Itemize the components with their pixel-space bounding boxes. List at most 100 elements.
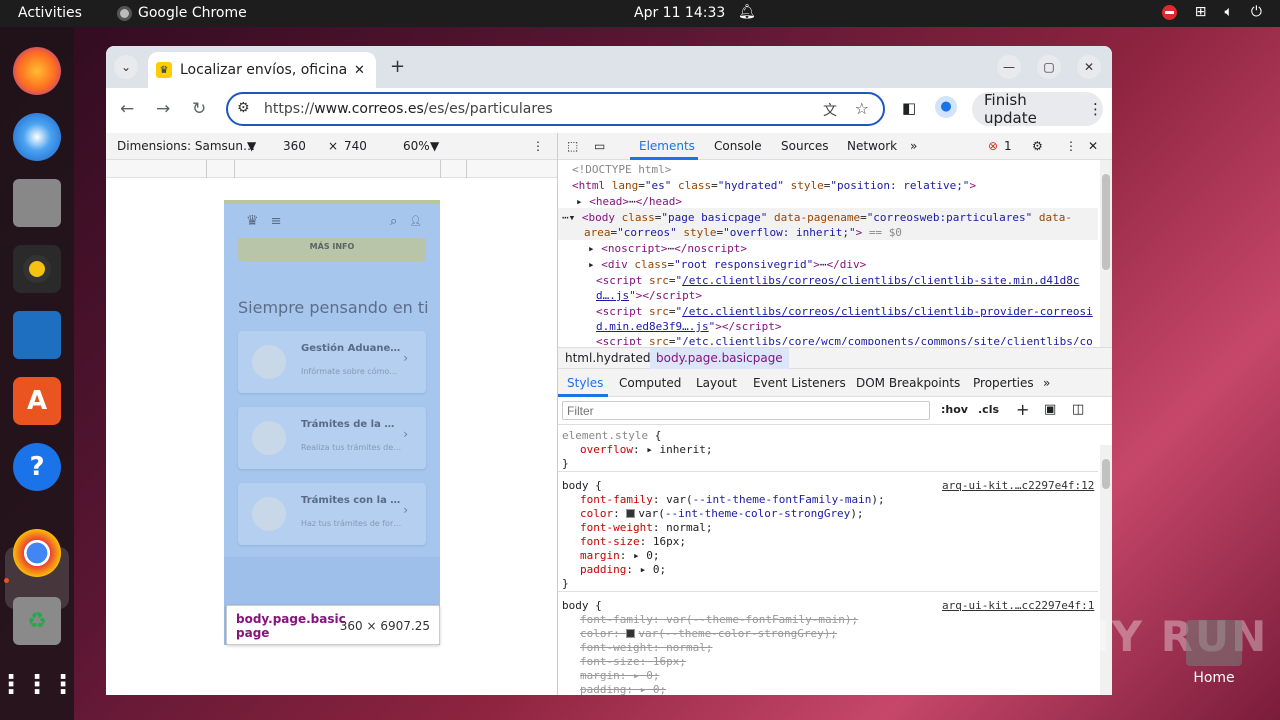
cls-toggle[interactable]: .cls [978,403,999,416]
correos-logo-icon[interactable]: ♛ [246,213,259,229]
css-declaration[interactable]: color: var(--int-theme-color-strongGrey)… [580,507,864,520]
css-declaration-overridden[interactable]: font-weight: normal; [580,641,712,654]
tab-elements[interactable]: Elements [639,139,695,153]
dom-line[interactable]: <script src="/etc.clientlibs/correos/cli… [596,274,1079,287]
address-bar[interactable]: ⚙ https://www.correos.es/es/es/particula… [226,92,885,126]
css-declaration[interactable]: overflow: ▸ inherit; [580,443,712,456]
rhythmbox-icon[interactable] [13,245,61,293]
dom-line[interactable]: ▸ <head>⋯</head> [576,195,682,208]
search-icon[interactable]: ⌕ [390,214,397,229]
clock[interactable]: Apr 11 14:33 [634,5,725,21]
rule-selector[interactable]: element.style { [562,429,661,442]
hamburger-menu-icon[interactable]: ≡ [271,214,282,229]
error-icon[interactable]: ⊗ [988,139,998,153]
css-declaration[interactable]: font-family: var(--int-theme-fontFamily-… [580,493,885,506]
styles-filter-input[interactable] [562,401,930,420]
css-declaration-overridden[interactable]: color: var(--theme-color-strongGrey); [580,627,837,640]
css-declaration[interactable]: padding: ▸ 0; [580,563,666,576]
devtools-menu-icon[interactable]: ⋮ [1065,139,1077,153]
more-info-banner[interactable]: MÁS INFO [238,238,426,262]
dom-line[interactable]: <script src="/etc.clientlibs/core/wcm/co… [596,335,1093,345]
dom-tree[interactable]: <!DOCTYPE html> <html lang="es" class="h… [558,160,1098,345]
viewport-width-input[interactable]: 360 [283,139,306,153]
css-declaration-overridden[interactable]: margin: ▸ 0; [580,669,659,682]
dom-line[interactable]: <!DOCTYPE html> [572,163,671,176]
sidebar-toggle-icon[interactable]: ◫ [1072,402,1084,417]
hov-toggle[interactable]: :hov [941,403,968,416]
reload-icon[interactable]: ↻ [192,99,206,119]
styles-pane[interactable]: element.style { overflow: ▸ inherit; } b… [558,425,1098,695]
minimize-icon[interactable]: — [997,55,1021,79]
paint-icon[interactable]: ▣ [1044,402,1056,417]
settings-gear-icon[interactable]: ⚙ [1032,139,1043,153]
tab-computed[interactable]: Computed [619,376,681,390]
app-center-icon[interactable]: A [13,377,61,425]
browser-tab[interactable]: ♛ Localizar envíos, oficinas ✕ [148,52,376,88]
back-icon[interactable]: ← [120,99,134,119]
dom-line-selected[interactable]: ⋯▾ <body class="page basicpage" data-pag… [562,211,1072,224]
dom-line[interactable]: ▸ <noscript>⋯</noscript> [588,242,747,255]
zoom-select[interactable]: 60% [403,139,430,153]
rule-source-link[interactable]: arq-ui-kit.…cc2297e4f:1 [942,599,1094,612]
recording-stop-icon[interactable] [1161,4,1177,20]
tab-dom-breakpoints[interactable]: DOM Breakpoints [856,376,960,390]
tab-sources[interactable]: Sources [781,139,828,153]
inspect-element-icon[interactable]: ⬚ [567,139,578,153]
crumb-body[interactable]: body.page.basicpage [650,348,789,369]
tab-layout[interactable]: Layout [696,376,737,390]
profile-avatar-icon[interactable]: ● [935,96,957,118]
dom-scrollbar[interactable] [1100,160,1112,347]
viewport-height-input[interactable]: 740 [344,139,367,153]
rule-selector[interactable]: body { [562,479,602,492]
firefox-icon[interactable] [13,47,61,95]
css-declaration-overridden[interactable]: font-size: 16px; [580,655,686,668]
side-panel-icon[interactable]: ◧ [902,99,916,117]
card-procedures[interactable]: Trámites de la … Realiza tus trámites de… [238,407,426,469]
css-declaration-overridden[interactable]: font-family: var(--theme-fontFamily-main… [580,613,858,626]
card-customs[interactable]: Gestión Aduane… Infórmate sobre cómo… › [238,331,426,393]
tab-network[interactable]: Network [847,139,897,153]
css-declaration[interactable]: font-weight: normal; [580,521,712,534]
dom-line[interactable]: <script src="/etc.clientlibs/correos/cli… [596,305,1093,318]
app-menu[interactable]: Google Chrome [117,5,247,21]
activities-button[interactable]: Activities [18,5,82,21]
more-subtabs-icon[interactable]: » [1043,376,1050,390]
css-declaration-overridden[interactable]: padding: ▸ 0; [580,683,666,695]
files-icon[interactable] [13,179,61,227]
dom-line[interactable]: d….js"></script> [596,289,702,302]
thunderbird-icon[interactable] [13,113,61,161]
dom-line[interactable]: <html lang="es" class="hydrated" style="… [572,179,976,192]
trash-icon[interactable]: ♻ [13,597,61,645]
chrome-dock-icon[interactable] [13,529,61,577]
new-tab-icon[interactable]: + [390,56,405,77]
system-tray[interactable]: ⊞ 🔈︎ ⏻ [1161,4,1262,20]
css-declaration[interactable]: font-size: 16px; [580,535,686,548]
site-info-icon[interactable]: ⚙ [237,100,250,116]
css-declaration[interactable]: margin: ▸ 0; [580,549,660,562]
new-rule-icon[interactable]: + [1016,400,1029,419]
translate-icon[interactable]: 文 [823,100,837,120]
help-icon[interactable]: ? [13,443,61,491]
user-icon[interactable]: 👤︎ [409,216,422,227]
tab-styles[interactable]: Styles [567,376,603,390]
card-administration[interactable]: Trámites con la … Haz tus trámites de fo… [238,483,426,545]
dom-line[interactable]: area="correos" style="overflow: inherit;… [584,226,902,239]
more-menu-icon[interactable]: ⋮ [1088,100,1103,118]
bookmark-star-icon[interactable]: ☆ [855,99,869,118]
emulated-page[interactable]: ♛ ≡ ⌕ 👤︎ MÁS INFO Siempre pensando en ti… [224,200,440,645]
rule-selector[interactable]: body { [562,599,602,612]
close-devtools-icon[interactable]: ✕ [1088,139,1098,153]
home-desktop-icon[interactable]: Home [1184,620,1244,686]
maximize-icon[interactable]: ▢ [1037,55,1061,79]
dom-line[interactable]: d.min.ed8e3f9….js"></script> [596,320,781,333]
writer-icon[interactable] [13,311,61,359]
crumb-html[interactable]: html.hydrated [565,351,650,365]
device-options-icon[interactable]: ⋮ [532,139,544,153]
finish-update-button[interactable]: Finish update ⋮ [972,91,1103,127]
dom-line[interactable]: ▸ <div class="root responsivegrid">⋯</di… [588,258,866,271]
device-dimensions-select[interactable]: Dimensions: Samsun… [117,139,255,153]
more-tabs-icon[interactable]: » [910,139,917,153]
device-toggle-icon[interactable]: ▭ [594,139,605,153]
rule-source-link[interactable]: arq-ui-kit.…c2297e4f:12 [942,479,1094,492]
tab-event-listeners[interactable]: Event Listeners [753,376,846,390]
